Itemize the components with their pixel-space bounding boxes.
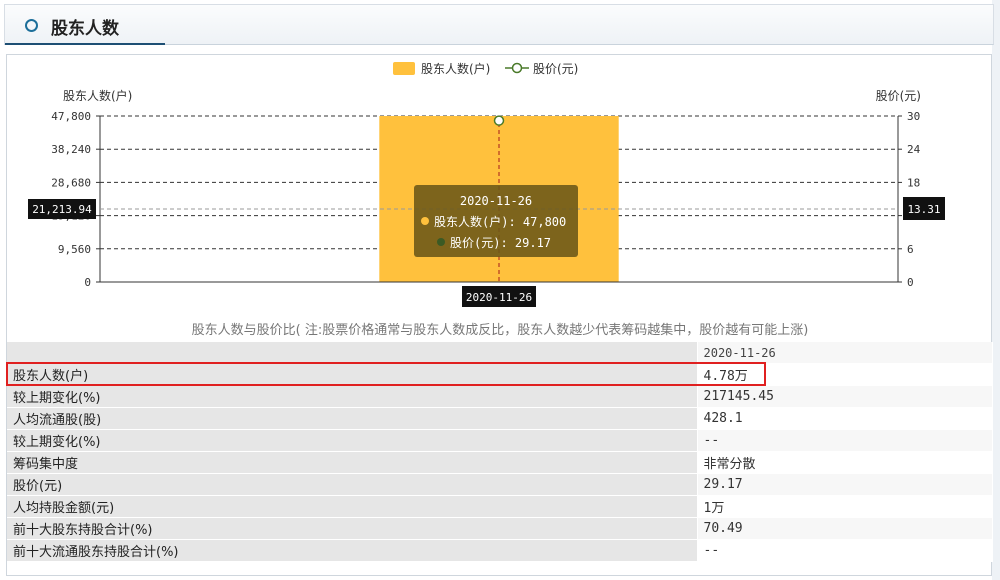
- row-label: 前十大股东持股合计(%): [7, 517, 698, 540]
- row-value: 非常分散: [696, 451, 993, 474]
- left-tick-label: 9,560: [58, 243, 91, 256]
- x-readout-text: 2020-11-26: [466, 291, 532, 304]
- table-row: 人均流通股(股) 428.1: [7, 407, 993, 430]
- table-row: 人均持股金额(元) 1万: [7, 495, 993, 518]
- right-readout-text: 13.31: [907, 203, 940, 216]
- right-value-readout: 13.31: [903, 197, 945, 220]
- holders-table: 2020-11-26 股东人数(户) 4.78万 较上期变化(%) 217145.45…: [7, 342, 993, 562]
- table-header-row: 2020-11-26: [7, 342, 993, 364]
- legend-holders-swatch: [393, 62, 415, 75]
- row-value: 29.17: [696, 473, 993, 496]
- tooltip-price-dot: [437, 238, 445, 246]
- chart-tooltip: 2020-11-26 股东人数(户): 47,800 股价(元): 29.17: [414, 185, 578, 257]
- table-row: 筹码集中度 非常分散: [7, 451, 993, 474]
- table-row: 股价(元) 29.17: [7, 473, 993, 496]
- holders-price-chart: 股东人数(户) 股价(元) 股东人数(户) 股价(元) 47,800 38,240…: [28, 61, 945, 307]
- table-row: 股东人数(户) 4.78万: [7, 363, 993, 386]
- row-value: 70.49: [696, 517, 993, 540]
- row-label: 人均持股金额(元): [7, 495, 698, 518]
- row-value: --: [696, 539, 993, 562]
- chart-caption: 股东人数与股价比( 注:股票价格通常与股东人数成反比，股东人数越少代表筹码越集中…: [191, 323, 809, 338]
- table-row: 较上期变化(%) --: [7, 429, 993, 452]
- row-value: 4.78万: [696, 363, 993, 386]
- right-axis-title: 股价(元): [876, 89, 921, 103]
- left-tick-label: 38,240: [51, 143, 91, 156]
- right-tick-label: 6: [907, 243, 914, 256]
- tooltip-holders-dot: [421, 217, 429, 225]
- row-label: 股价(元): [7, 473, 698, 496]
- price-point[interactable]: [493, 115, 505, 126]
- legend-price-label: 股价(元): [533, 62, 578, 76]
- left-tick-label: 0: [84, 276, 91, 289]
- row-label: 前十大流通股东持股合计(%): [7, 539, 698, 562]
- table-row: 较上期变化(%) 217145.45: [7, 385, 993, 408]
- right-tick-label: 30: [907, 110, 920, 123]
- x-value-readout: 2020-11-26: [462, 286, 536, 307]
- right-tick-label: 24: [907, 143, 921, 156]
- row-label: 股东人数(户): [7, 363, 698, 386]
- left-tick-label: 28,680: [51, 176, 91, 189]
- row-value: 428.1: [696, 407, 993, 430]
- row-label: 筹码集中度: [7, 451, 698, 474]
- row-value: --: [696, 429, 993, 452]
- left-readout-text: 21,213.94: [32, 203, 92, 216]
- tooltip-price-text: 股价(元): 29.17: [450, 236, 551, 250]
- row-value: 217145.45: [696, 385, 993, 408]
- legend-holders-label: 股东人数(户): [421, 61, 490, 76]
- price-series: [493, 115, 505, 126]
- table-header-date: 2020-11-26: [696, 342, 993, 364]
- tooltip-date: 2020-11-26: [460, 194, 532, 208]
- row-label: 人均流通股(股): [7, 407, 698, 430]
- legend[interactable]: 股东人数(户) 股价(元): [393, 61, 578, 76]
- table-row: 前十大股东持股合计(%) 70.49: [7, 517, 993, 540]
- right-tick-label: 0: [907, 276, 914, 289]
- left-value-readout: 21,213.94: [28, 199, 96, 219]
- right-tick-label: 18: [907, 176, 920, 189]
- row-label: 较上期变化(%): [7, 429, 698, 452]
- row-label: 较上期变化(%): [7, 385, 698, 408]
- table-row: 前十大流通股东持股合计(%) --: [7, 539, 993, 562]
- legend-price-marker: [511, 62, 523, 74]
- table-header-blank: [7, 342, 698, 364]
- row-value: 1万: [696, 495, 993, 518]
- left-tick-label: 47,800: [51, 110, 91, 123]
- left-axis-title: 股东人数(户): [63, 88, 132, 103]
- tooltip-holders-text: 股东人数(户): 47,800: [434, 214, 566, 229]
